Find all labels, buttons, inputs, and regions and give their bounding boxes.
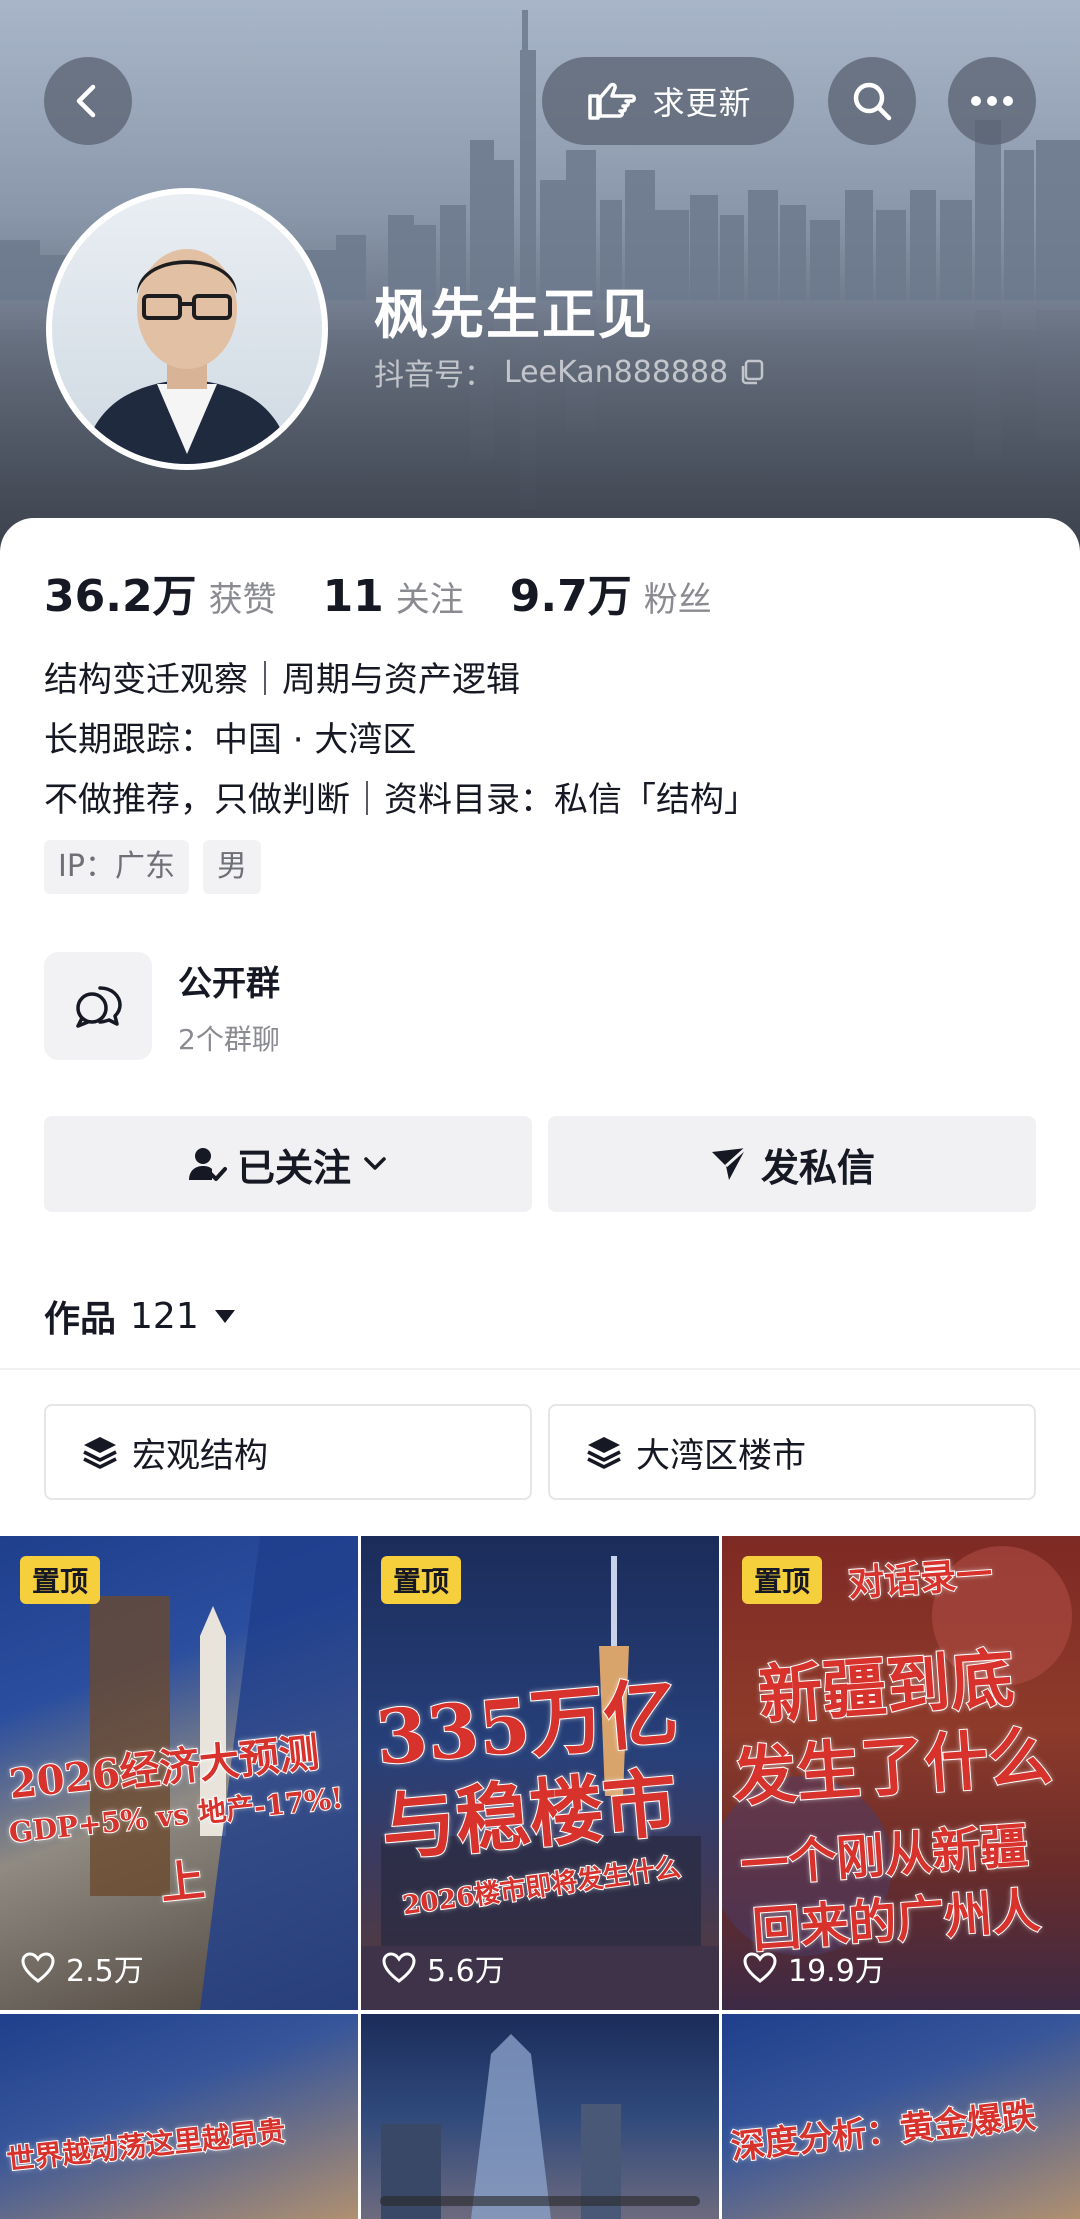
works-label: 作品 xyxy=(44,1299,117,1340)
section-divider xyxy=(0,1368,1080,1370)
bio-line: 不做推荐，只做判断｜资料目录：私信「结构」 xyxy=(44,780,758,820)
video-tile[interactable]: 置顶 2026经济大预测 GDP+5% vs 地产-17%! 上 2.5万 xyxy=(0,1536,358,2010)
video-title-line: 深度分析：黄金爆跌 xyxy=(728,2095,1039,2169)
public-group-title[interactable]: 公开群 xyxy=(178,956,280,1005)
more-button[interactable] xyxy=(948,57,1036,145)
likes-count: 19.9万 xyxy=(742,1946,885,1990)
video-tile[interactable]: 世界越动荡这里越昂贵 xyxy=(0,2014,358,2219)
pinned-badge: 置顶 xyxy=(381,1556,462,1604)
bio-line: 结构变迁观察｜周期与资产逻辑 xyxy=(44,660,520,700)
likes-value: 5.6万 xyxy=(427,1954,505,1989)
profile-tags: IP：广东 男 xyxy=(44,840,275,894)
collection-label: 宏观结构 xyxy=(132,1435,268,1476)
search-icon xyxy=(853,82,892,121)
followers-label: 粉丝 xyxy=(643,580,712,620)
request-update-label: 求更新 xyxy=(652,84,752,122)
profile-stats: 36.2万 获赞 11 关注 9.7万 粉丝 xyxy=(44,560,758,624)
followed-label: 已关注 xyxy=(236,1145,351,1190)
pointing-hand-icon xyxy=(588,82,637,120)
works-count: 121 xyxy=(130,1295,199,1337)
heart-icon xyxy=(382,1952,416,1983)
avatar-portrait xyxy=(82,249,292,464)
more-dots-icon xyxy=(971,96,1013,106)
bio-line: 长期跟踪：中国 · 大湾区 xyxy=(44,720,417,760)
profile-name: 枫先生正见 xyxy=(374,283,654,346)
followed-button[interactable]: 已关注 xyxy=(44,1116,532,1212)
video-tile[interactable]: 置顶 对话录一 新疆到底 发生了什么 一个刚从新疆 回来的广州人 19.9万 xyxy=(722,1536,1080,2010)
send-plane-icon xyxy=(711,1146,747,1180)
video-title-line: 世界越动荡这里越昂贵 xyxy=(4,2113,288,2177)
followers-count[interactable]: 9.7万 xyxy=(510,560,632,624)
bio: 结构变迁观察｜周期与资产逻辑 长期跟踪：中国 · 大湾区 不做推荐，只做判断｜资… xyxy=(44,650,758,830)
douyin-id-value: LeeKan888888 xyxy=(504,354,729,390)
pinned-badge: 置顶 xyxy=(742,1556,823,1604)
home-indicator[interactable] xyxy=(380,2196,700,2206)
collection-gba-property[interactable]: 大湾区楼市 xyxy=(548,1404,1036,1500)
video-title-line: 对话录一 xyxy=(846,1552,995,1606)
send-message-label: 发私信 xyxy=(760,1145,875,1190)
likes-count[interactable]: 36.2万 xyxy=(44,560,197,624)
douyin-id-label: 抖音号： xyxy=(374,358,494,393)
caret-down-icon xyxy=(214,1310,235,1323)
chevron-left-icon xyxy=(76,84,96,118)
video-thumbnail-skyscrapers xyxy=(381,2034,621,2219)
ip-location-tag: IP：广东 xyxy=(44,840,189,894)
public-group-button[interactable] xyxy=(44,952,152,1060)
likes-label: 获赞 xyxy=(208,580,277,620)
heart-icon xyxy=(743,1952,777,1983)
collection-macro-structure[interactable]: 宏观结构 xyxy=(44,1404,532,1500)
avatar[interactable] xyxy=(46,188,328,470)
pinned-badge: 置顶 xyxy=(20,1556,101,1604)
following-count[interactable]: 11 xyxy=(323,571,384,622)
chat-bubbles-icon xyxy=(76,986,122,1028)
following-label: 关注 xyxy=(395,580,464,620)
copy-icon[interactable] xyxy=(738,358,766,386)
public-group-subtitle: 2个群聊 xyxy=(178,1023,280,1056)
user-check-icon xyxy=(188,1148,227,1181)
back-button[interactable] xyxy=(44,57,132,145)
douyin-id[interactable]: 抖音号： LeeKan888888 xyxy=(374,350,766,394)
likes-value: 19.9万 xyxy=(788,1954,885,1989)
chevron-down-icon xyxy=(364,1157,386,1170)
layers-icon xyxy=(587,1437,621,1469)
layers-icon xyxy=(83,1437,117,1469)
request-update-button[interactable]: 求更新 xyxy=(542,57,794,145)
video-tile[interactable]: 深度分析：黄金爆跌 xyxy=(722,2014,1080,2219)
likes-value: 2.5万 xyxy=(66,1954,144,1989)
likes-count: 2.5万 xyxy=(20,1946,144,1990)
works-tab[interactable]: 作品 121 xyxy=(44,1290,237,1342)
send-message-button[interactable]: 发私信 xyxy=(548,1116,1036,1212)
search-button[interactable] xyxy=(828,57,916,145)
video-title-line: 上 xyxy=(157,1854,208,1911)
heart-icon xyxy=(21,1952,55,1983)
gender-tag: 男 xyxy=(202,840,261,894)
video-tile[interactable] xyxy=(361,2014,719,2219)
video-tile[interactable]: 置顶 335万亿 与稳楼市 2026楼市即将发生什么 5.6万 xyxy=(361,1536,719,2010)
likes-count: 5.6万 xyxy=(381,1946,505,1990)
collection-label: 大湾区楼市 xyxy=(636,1435,806,1476)
